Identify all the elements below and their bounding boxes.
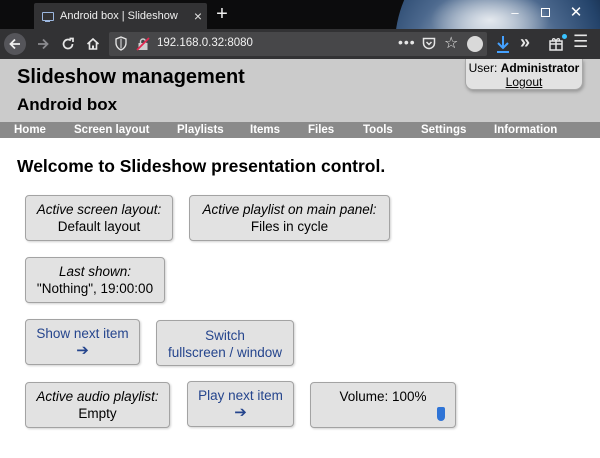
pocket-icon[interactable] bbox=[422, 37, 436, 50]
last-shown-panel: Last shown: "Nothing", 19:00:00 bbox=[25, 257, 165, 303]
monitor-favicon-icon bbox=[42, 11, 54, 22]
bookmark-star-icon[interactable]: ☆ bbox=[444, 33, 458, 53]
last-shown-label: Last shown: bbox=[58, 264, 132, 279]
welcome-heading: Welcome to Slideshow presentation contro… bbox=[17, 156, 386, 176]
volume-label: Volume: 100% bbox=[339, 389, 427, 404]
switch-label-line1: Switch bbox=[205, 328, 245, 343]
new-tab-button[interactable]: + bbox=[212, 2, 232, 26]
volume-slider-thumb[interactable] bbox=[437, 407, 445, 421]
browser-tab[interactable]: Android box | Slideshow × bbox=[34, 3, 207, 29]
site-header: Slideshow management Android box User: A… bbox=[0, 59, 600, 122]
user-box: User: Administrator Logout bbox=[465, 59, 583, 90]
reload-icon[interactable] bbox=[58, 34, 78, 54]
last-shown-value: "Nothing", 19:00:00 bbox=[36, 281, 154, 296]
hamburger-menu-icon[interactable]: ☰ bbox=[573, 32, 588, 52]
page-actions-more-icon[interactable]: ••• bbox=[398, 34, 416, 50]
address-bar[interactable]: 192.168.0.32:8080 ••• ☆ bbox=[109, 32, 487, 56]
minimize-window-button[interactable]: – bbox=[505, 5, 525, 21]
tracking-shield-icon[interactable] bbox=[115, 36, 127, 51]
volume-panel: Volume: 100% bbox=[310, 382, 456, 428]
menu-item-items[interactable]: Items bbox=[250, 122, 280, 138]
active-playlist-label: Active playlist on main panel: bbox=[202, 202, 377, 217]
switch-label-line2: fullscreen / window bbox=[167, 345, 283, 360]
insecure-lock-icon[interactable] bbox=[136, 37, 150, 51]
user-line: User: Administrator bbox=[466, 61, 582, 75]
user-name: Administrator bbox=[500, 61, 580, 75]
tab-title: Android box | Slideshow bbox=[60, 10, 178, 22]
active-playlist-value: Files in cycle bbox=[250, 219, 329, 234]
menu-item-information[interactable]: Information bbox=[494, 122, 557, 138]
browser-navigation-bar: 192.168.0.32:8080 ••• ☆ » ☰ bbox=[0, 29, 600, 59]
menu-item-screen-layout[interactable]: Screen layout bbox=[74, 122, 149, 138]
active-playlist-panel: Active playlist on main panel: Files in … bbox=[189, 195, 390, 241]
url-text[interactable]: 192.168.0.32:8080 bbox=[157, 37, 253, 49]
notification-dot-icon bbox=[562, 34, 567, 39]
logout-link[interactable]: Logout bbox=[506, 75, 543, 89]
overflow-chevron-icon[interactable]: » bbox=[520, 32, 530, 53]
download-icon[interactable] bbox=[494, 33, 512, 55]
main-menu: Home Screen layout Playlists Items Files… bbox=[0, 122, 600, 138]
tab-close-icon[interactable]: × bbox=[189, 9, 207, 23]
show-next-item-button[interactable]: Show next item ➔ bbox=[25, 319, 140, 365]
maximize-window-button[interactable] bbox=[535, 5, 555, 21]
active-audio-label: Active audio playlist: bbox=[36, 389, 159, 404]
active-layout-panel: Active screen layout: Default layout bbox=[25, 195, 173, 241]
active-audio-panel: Active audio playlist: Empty bbox=[25, 382, 170, 428]
menu-item-settings[interactable]: Settings bbox=[421, 122, 466, 138]
active-layout-value: Default layout bbox=[57, 219, 141, 234]
maximize-icon bbox=[540, 8, 550, 17]
close-window-button[interactable]: ✕ bbox=[566, 5, 586, 21]
show-next-item-label: Show next item bbox=[36, 326, 129, 341]
forward-icon[interactable] bbox=[33, 34, 53, 54]
play-next-item-button[interactable]: Play next item ➔ bbox=[187, 381, 294, 427]
active-audio-value: Empty bbox=[78, 406, 117, 421]
page-title: Slideshow management bbox=[17, 66, 245, 88]
menu-item-home[interactable]: Home bbox=[14, 122, 46, 138]
home-icon[interactable] bbox=[83, 34, 103, 54]
active-layout-label: Active screen layout: bbox=[36, 202, 162, 217]
extension-gift-icon[interactable] bbox=[549, 36, 563, 51]
play-next-item-label: Play next item bbox=[198, 388, 283, 403]
user-label: User: bbox=[468, 61, 498, 75]
menu-item-tools[interactable]: Tools bbox=[363, 122, 393, 138]
menu-item-playlists[interactable]: Playlists bbox=[177, 122, 224, 138]
page-viewport: Slideshow management Android box User: A… bbox=[0, 59, 600, 458]
browser-tab-strip: Android box | Slideshow × + – ✕ bbox=[0, 0, 600, 29]
account-icon[interactable] bbox=[467, 36, 483, 52]
menu-item-files[interactable]: Files bbox=[308, 122, 334, 138]
volume-slider[interactable] bbox=[317, 407, 449, 421]
theme-glow-decoration bbox=[430, 0, 550, 29]
device-name: Android box bbox=[17, 95, 118, 114]
back-icon[interactable] bbox=[4, 33, 26, 55]
right-arrow-icon: ➔ bbox=[234, 404, 247, 421]
right-arrow-icon: ➔ bbox=[76, 342, 89, 359]
switch-fullscreen-button[interactable]: Switch fullscreen / window bbox=[156, 320, 294, 366]
